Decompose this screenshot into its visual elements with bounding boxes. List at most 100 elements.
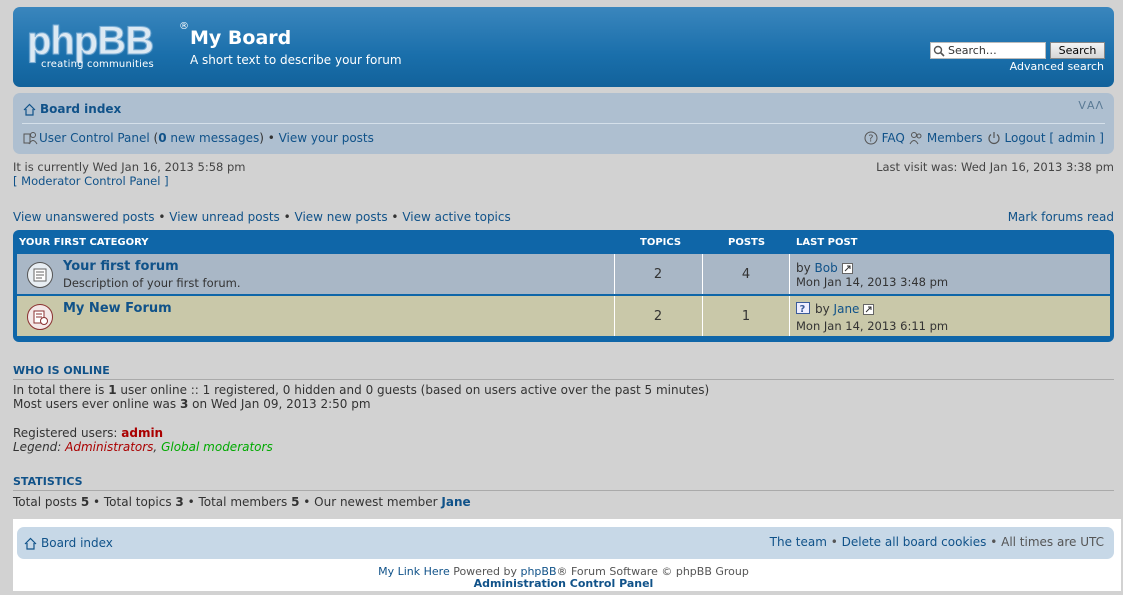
ucp-link[interactable]: User Control Panel (39, 131, 150, 145)
faq-link[interactable]: FAQ (882, 131, 905, 145)
search-placeholder: Search… (948, 44, 997, 57)
online-count: 1 (108, 383, 117, 397)
view-active-link[interactable]: View active topics (402, 210, 510, 224)
site-title: My Board (190, 27, 292, 49)
ucp-row: User Control Panel ( 0 new messages ) • … (23, 131, 374, 145)
forum-locked-icon (27, 304, 53, 330)
navbar: Board index ᐯAᐱ User Control Panel ( 0 n… (13, 93, 1114, 154)
search-icon (933, 45, 945, 57)
members-icon (909, 132, 922, 145)
footer-breadcrumb: Board index (24, 536, 113, 550)
view-latest-post-icon[interactable] (841, 262, 853, 274)
separator: • (154, 210, 170, 224)
svg-text:?: ? (868, 134, 873, 145)
last-post-date: Mon Jan 14, 2013 6:11 pm (796, 319, 949, 333)
home-icon (24, 537, 37, 550)
posts-count: 4 (741, 267, 751, 282)
logo-tagline: creating communities (41, 59, 154, 70)
last-post-user-link[interactable]: Jane (834, 302, 860, 316)
ucp-close-paren: ) • (259, 131, 279, 145)
registered-users: Registered users: admin (13, 426, 163, 440)
delete-cookies-link[interactable]: Delete all board cookies (842, 535, 987, 549)
col-topics: TOPICS (640, 237, 682, 248)
newest-member-label: • Our newest member (299, 495, 442, 509)
topics-count: 2 (653, 309, 663, 324)
online-text-a: In total there is (13, 383, 109, 397)
view-unread-link[interactable]: View unread posts (169, 210, 280, 224)
who-is-online-link[interactable]: WHO IS ONLINE (13, 364, 110, 377)
mcp-link[interactable]: [ Moderator Control Panel ] (13, 174, 169, 188)
site-description: A short text to describe your forum (190, 53, 402, 67)
forum-title-link[interactable]: My New Forum (63, 301, 172, 316)
search-links: View unanswered posts • View unread post… (13, 210, 511, 224)
user-links: ? FAQ Members Logout [ admin ] (864, 131, 1104, 145)
phpbb-logo[interactable]: phpBB ® creating communities (26, 19, 189, 75)
newest-member-link[interactable]: Jane (441, 495, 470, 509)
legend-administrators-link[interactable]: Administrators (65, 440, 153, 454)
navbar-divider (22, 123, 1105, 124)
footer: Board index The team • Delete all board … (13, 519, 1121, 591)
logo-wordmark: phpBB (26, 19, 154, 64)
who-is-online-title: WHO IS ONLINE (13, 364, 1114, 380)
the-team-link[interactable]: The team (770, 535, 827, 549)
view-unanswered-link[interactable]: View unanswered posts (13, 210, 155, 224)
new-messages-link[interactable]: new messages (167, 131, 259, 145)
column-divider (789, 296, 790, 336)
column-divider (789, 254, 790, 294)
last-post-by: by (796, 261, 815, 275)
online-total: In total there is 1 user online :: 1 reg… (13, 383, 709, 397)
registered-label: Registered users: (13, 426, 122, 440)
forum-table: YOUR FIRST CATEGORY TOPICS POSTS LAST PO… (13, 230, 1114, 342)
column-divider (614, 296, 615, 336)
question-topic-icon: ? (796, 302, 810, 315)
last-post-author-line: ? by Jane (796, 302, 875, 316)
topics-count: 2 (653, 267, 663, 282)
logo-registered-mark: ® (179, 21, 189, 32)
last-post-date: Mon Jan 14, 2013 3:48 pm (796, 275, 949, 289)
footer-links: The team • Delete all board cookies • Al… (770, 535, 1104, 549)
record-text-b: on Wed Jan 09, 2013 2:50 pm (188, 397, 371, 411)
total-topics: 3 (175, 495, 184, 509)
home-icon (23, 103, 36, 116)
ucp-open-paren: ( (149, 131, 159, 145)
footer-board-index-link[interactable]: Board index (41, 536, 113, 550)
members-link[interactable]: Members (927, 131, 983, 145)
view-your-posts-link[interactable]: View your posts (279, 131, 374, 145)
col-last-post: LAST POST (796, 237, 858, 248)
last-visit: Last visit was: Wed Jan 16, 2013 3:38 pm (876, 160, 1114, 174)
logout-link[interactable]: Logout [ admin ] (1005, 131, 1105, 145)
breadcrumb: Board index (23, 102, 121, 116)
forum-row: My New Forum 2 1 ? by Jane Mon Jan 14, 2… (17, 296, 1110, 336)
column-divider (702, 254, 703, 294)
new-messages-count[interactable]: 0 (158, 131, 166, 145)
search-button[interactable]: Search (1050, 42, 1105, 59)
current-time: It is currently Wed Jan 16, 2013 5:58 pm (13, 160, 246, 174)
search-input[interactable]: Search… (930, 42, 1046, 59)
col-posts: POSTS (728, 237, 766, 248)
category-title[interactable]: YOUR FIRST CATEGORY (19, 237, 149, 248)
site-header: phpBB ® creating communities My Board A … (13, 7, 1114, 87)
column-divider (614, 254, 615, 294)
forum-description: Description of your first forum. (63, 276, 241, 290)
legend-global-moderators-link[interactable]: Global moderators (161, 440, 273, 454)
user-icon (23, 132, 38, 145)
separator: • (279, 210, 295, 224)
registered-user-link[interactable]: admin (121, 426, 163, 440)
statistics-title: STATISTICS (13, 475, 1114, 491)
advanced-search-link[interactable]: Advanced search (1010, 60, 1104, 73)
svg-text:?: ? (800, 304, 806, 315)
forum-read-icon (27, 262, 53, 288)
mark-forums-read-link[interactable]: Mark forums read (1008, 210, 1114, 224)
legend-separator: , (153, 440, 162, 454)
record-text-a: Most users ever online was (13, 397, 180, 411)
view-latest-post-icon[interactable] (863, 303, 875, 315)
acp-link[interactable]: Administration Control Panel (13, 577, 1114, 590)
last-post-user-link[interactable]: Bob (815, 261, 838, 275)
font-size-control[interactable]: ᐯAᐱ (1078, 99, 1104, 112)
forum-row: Your first forum Description of your fir… (17, 254, 1110, 294)
timezone-note: All times are UTC (1001, 535, 1104, 549)
forum-title-link[interactable]: Your first forum (63, 259, 179, 274)
last-post-by: by (815, 302, 834, 316)
view-new-link[interactable]: View new posts (295, 210, 388, 224)
board-index-link[interactable]: Board index (40, 102, 121, 116)
